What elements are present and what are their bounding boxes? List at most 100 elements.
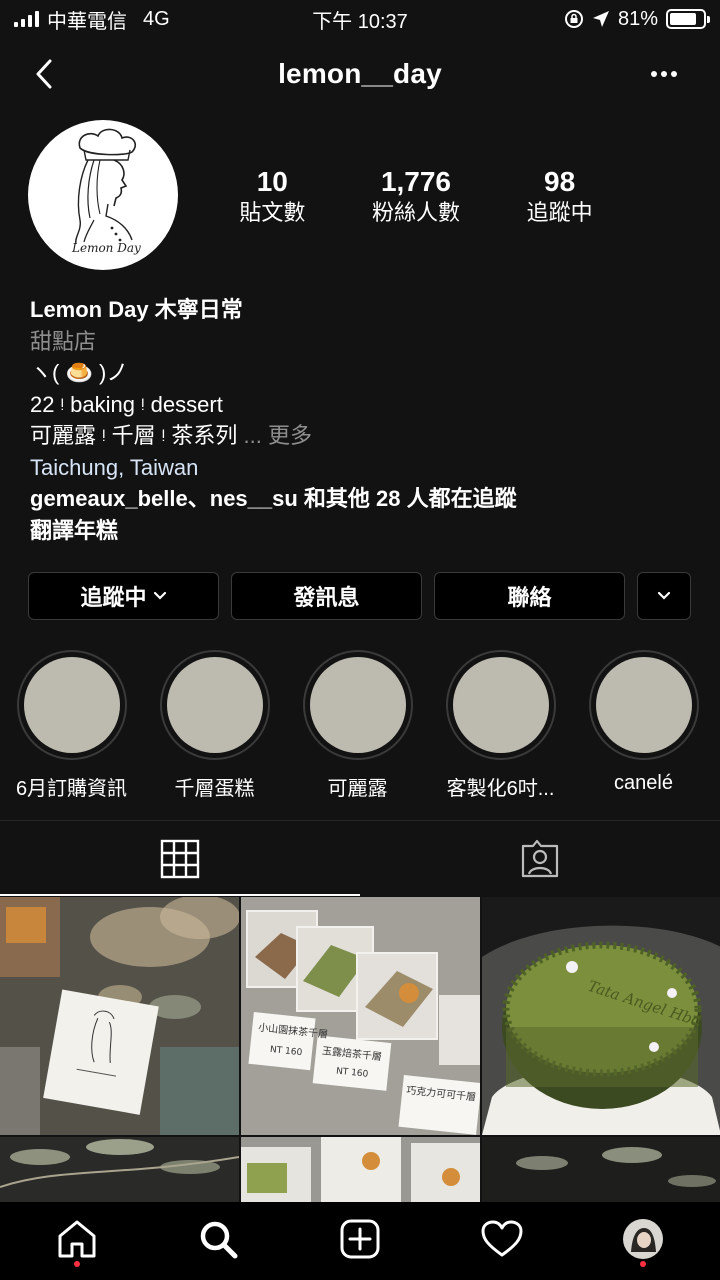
status-right: 81% bbox=[564, 7, 710, 31]
nav-profile[interactable] bbox=[613, 1209, 673, 1269]
stat-followers-label: 粉絲人數 bbox=[371, 200, 460, 225]
chevron-left-icon bbox=[36, 59, 52, 89]
post-thumbnail[interactable]: 小山園抹茶千層 玉露焙茶千層 巧克力可可千層 NT 160 NT 160 bbox=[241, 897, 480, 1135]
posts-grid: 小山園抹茶千層 玉露焙茶千層 巧克力可可千層 NT 160 NT 160 Tat… bbox=[0, 897, 720, 1203]
battery-icon bbox=[666, 9, 710, 29]
stat-posts[interactable]: 10 貼文數 bbox=[239, 166, 305, 228]
bio-more-link[interactable]: ... 更多 bbox=[244, 423, 312, 448]
notification-dot bbox=[640, 1261, 647, 1267]
highlight-item[interactable]: 6月訂購資訊 bbox=[0, 650, 143, 801]
profile-tabs bbox=[0, 820, 720, 896]
post-thumbnail[interactable]: Tata Angel Hbd bbox=[482, 897, 720, 1135]
stat-following-label: 追蹤中 bbox=[526, 200, 593, 225]
nav-activity[interactable] bbox=[472, 1209, 532, 1269]
highlight-item[interactable]: 客製化6吋... bbox=[429, 650, 572, 801]
highlight-ring bbox=[445, 650, 556, 760]
avatar-logo-text: Lemon Day bbox=[71, 241, 141, 255]
stat-posts-label: 貼文數 bbox=[239, 200, 306, 225]
search-icon bbox=[201, 1221, 238, 1259]
post-image-eucalyptus bbox=[0, 1137, 239, 1203]
post-thumbnail[interactable] bbox=[482, 1137, 720, 1203]
highlight-item[interactable]: 可麗露 bbox=[286, 650, 429, 801]
post-thumbnail[interactable] bbox=[241, 1137, 480, 1203]
message-button[interactable]: 發訊息 bbox=[231, 572, 422, 620]
more-dots-icon bbox=[651, 71, 677, 77]
battery-percent: 81% bbox=[617, 7, 658, 30]
back-button[interactable] bbox=[24, 54, 64, 94]
more-options-button[interactable] bbox=[644, 54, 684, 94]
translate-link[interactable]: 翻譯年糕 bbox=[30, 515, 690, 547]
profile-display-name: Lemon Day 木寧日常 bbox=[30, 297, 243, 322]
post-image-cakes-top bbox=[241, 1137, 480, 1203]
profile-header: lemon__day bbox=[0, 44, 720, 104]
suggested-accounts-button[interactable] bbox=[637, 572, 691, 620]
carrier-label: 中華電信 bbox=[47, 10, 127, 33]
highlight-cover bbox=[595, 657, 692, 753]
bottom-navigation bbox=[0, 1202, 720, 1280]
grid-icon bbox=[160, 839, 200, 878]
highlight-cover bbox=[23, 657, 120, 753]
status-left: 中華電信 4G bbox=[14, 5, 170, 34]
highlight-label: canelé bbox=[614, 772, 673, 794]
profile-bio: Lemon Day 木寧日常 甜點店 ヽ( 🍮 )ノ 22 ᵎ baking ᵎ… bbox=[30, 294, 690, 546]
battery-fill bbox=[670, 13, 696, 25]
stat-posts-count: 10 bbox=[256, 166, 288, 197]
profile-category: 甜點店 bbox=[30, 328, 97, 354]
rotation-lock-icon bbox=[564, 10, 583, 28]
notification-dot bbox=[73, 1261, 80, 1267]
profile-location[interactable]: Taichung, Taiwan bbox=[30, 452, 690, 484]
profile-stats: 10 貼文數 1,776 粉絲人數 98 追蹤中 bbox=[206, 166, 626, 228]
highlight-cover bbox=[452, 657, 549, 753]
post-thumbnail[interactable] bbox=[0, 1137, 239, 1203]
mutual-followers[interactable]: gemeaux_belle、nes__su 和其他 28 人都在追蹤 bbox=[30, 483, 690, 515]
highlight-label: 可麗露 bbox=[327, 778, 388, 800]
home-icon bbox=[58, 1220, 96, 1258]
highlight-item[interactable]: 千層蛋糕 bbox=[143, 650, 286, 801]
bio-line-1: ヽ( 🍮 )ノ bbox=[30, 360, 129, 385]
profile-actions: 追蹤中 發訊息 聯絡 bbox=[28, 572, 692, 620]
highlight-cover bbox=[309, 657, 406, 753]
highlight-ring bbox=[302, 650, 413, 760]
tagged-person-icon bbox=[521, 839, 559, 877]
tab-posts-grid[interactable] bbox=[0, 821, 360, 896]
highlight-ring bbox=[159, 650, 270, 760]
bio-line-2: 22 ᵎ baking ᵎ dessert bbox=[30, 391, 223, 417]
heart-icon bbox=[481, 1220, 523, 1257]
post-image-matcha-cake: Tata Angel Hbd bbox=[482, 897, 720, 1135]
add-post-icon bbox=[340, 1219, 380, 1259]
network-label: 4G bbox=[143, 7, 170, 30]
status-bar: 中華電信 4G 下午 10:37 81% bbox=[0, 0, 720, 38]
following-button[interactable]: 追蹤中 bbox=[28, 572, 219, 620]
highlight-label: 客製化6吋... bbox=[446, 778, 555, 800]
highlight-ring bbox=[16, 650, 127, 760]
stat-followers[interactable]: 1,776 粉絲人數 bbox=[372, 166, 460, 228]
highlight-cover bbox=[166, 657, 263, 753]
highlight-item[interactable]: canelé bbox=[572, 650, 715, 801]
story-highlights: 6月訂購資訊 千層蛋糕 可麗露 客製化6吋... canelé bbox=[0, 650, 720, 801]
signal-icon bbox=[14, 11, 39, 27]
post-image-logo-card bbox=[0, 897, 239, 1135]
nav-search[interactable] bbox=[188, 1209, 248, 1269]
nav-create-post[interactable] bbox=[330, 1209, 390, 1269]
bio-line-3: 可麗露 ᵎ 千層 ᵎ 茶系列 bbox=[30, 423, 238, 448]
profile-avatar-icon bbox=[623, 1219, 664, 1259]
lemon-day-logo-illustration: Lemon Day bbox=[71, 128, 141, 255]
chevron-down-icon bbox=[657, 591, 671, 600]
following-button-label: 追蹤中 bbox=[80, 585, 147, 610]
message-button-label: 發訊息 bbox=[293, 585, 360, 610]
stat-following[interactable]: 98 追蹤中 bbox=[527, 166, 593, 228]
post-image-dried-flowers bbox=[482, 1137, 720, 1203]
profile-username: lemon__day bbox=[278, 58, 442, 89]
highlight-label: 千層蛋糕 bbox=[174, 778, 255, 800]
bio-line-3-row: 可麗露 ᵎ 千層 ᵎ 茶系列 ... 更多 bbox=[30, 420, 690, 452]
profile-avatar[interactable]: Lemon Day bbox=[28, 120, 178, 270]
location-arrow-icon bbox=[592, 11, 609, 27]
chevron-down-icon bbox=[153, 591, 166, 600]
post-thumbnail[interactable] bbox=[0, 897, 239, 1135]
post-image-cake-boxes: 小山園抹茶千層 玉露焙茶千層 巧克力可可千層 NT 160 NT 160 bbox=[241, 897, 480, 1135]
highlight-label: 6月訂購資訊 bbox=[15, 778, 128, 800]
contact-button[interactable]: 聯絡 bbox=[434, 572, 625, 620]
nav-home[interactable] bbox=[47, 1209, 107, 1269]
contact-button-label: 聯絡 bbox=[507, 585, 552, 610]
tab-tagged[interactable] bbox=[360, 821, 720, 896]
